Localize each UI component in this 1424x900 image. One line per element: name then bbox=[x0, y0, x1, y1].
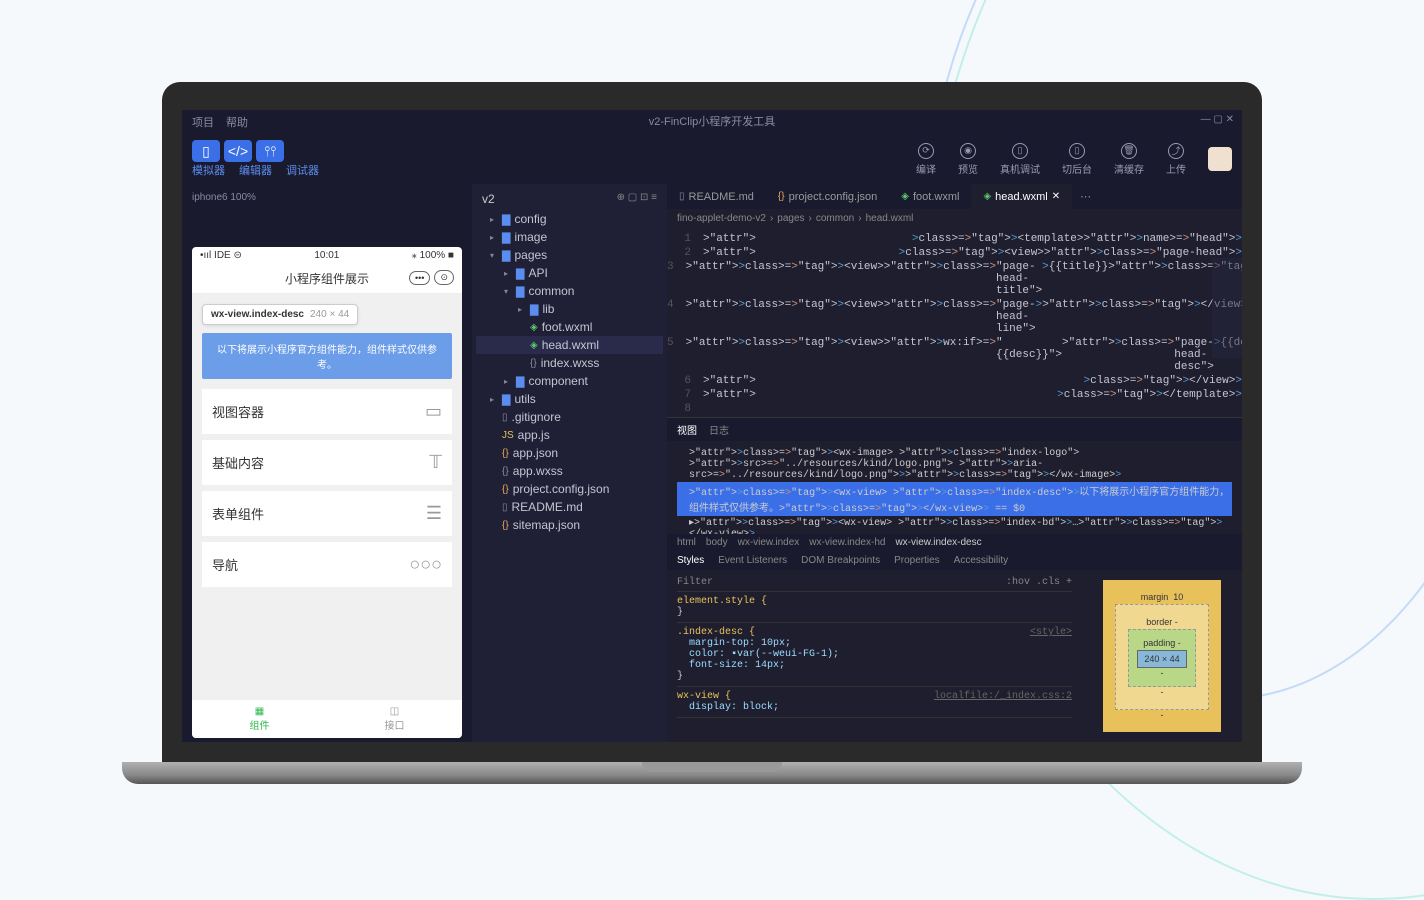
styles-tab[interactable]: Properties bbox=[894, 555, 940, 566]
tree-item[interactable]: {}sitemap.json bbox=[476, 516, 663, 534]
styles-tab[interactable]: Styles bbox=[677, 555, 704, 566]
capsule-more-icon[interactable]: ••• bbox=[409, 271, 430, 285]
tree-item[interactable]: ◈head.wxml bbox=[476, 336, 663, 354]
mode-editor-label[interactable]: 编辑器 bbox=[239, 162, 272, 178]
editor-tab[interactable]: ▯ README.md bbox=[667, 184, 766, 209]
tree-item[interactable]: ▾▇pages bbox=[476, 246, 663, 264]
devtools-tab-view[interactable]: 视图 bbox=[677, 422, 697, 437]
breadcrumb[interactable]: fino-applet-demo-v2 › pages › common › h… bbox=[667, 209, 1242, 228]
tree-item[interactable]: {}app.wxss bbox=[476, 462, 663, 480]
tree-item[interactable]: ▯.gitignore bbox=[476, 408, 663, 426]
menu-help[interactable]: 帮助 bbox=[226, 114, 248, 130]
tab-more-icon[interactable]: ⋯ bbox=[1072, 184, 1099, 209]
user-avatar[interactable] bbox=[1208, 147, 1232, 171]
editor-tab[interactable]: ◈ foot.wxml bbox=[889, 184, 971, 209]
tree-item[interactable]: ▸▇component bbox=[476, 372, 663, 390]
laptop-frame: 项目 帮助 v2-FinClip小程序开发工具 — ▢ ✕ ▯ </> ⫯⫯ 模… bbox=[162, 82, 1262, 784]
phone-statusbar: •ııl IDE ⊝ 10:01 ⁎ 100% ■ bbox=[192, 247, 462, 264]
styles-tab[interactable]: DOM Breakpoints bbox=[801, 555, 880, 566]
window-title: v2-FinClip小程序开发工具 bbox=[649, 113, 776, 129]
mode-debugger-label[interactable]: 调试器 bbox=[286, 162, 319, 178]
menu-project[interactable]: 项目 bbox=[192, 114, 214, 130]
styles-filter[interactable]: Filter bbox=[677, 577, 713, 588]
code-editor[interactable]: 1>"attr">>class>=>"tag">><template> >"at… bbox=[667, 228, 1242, 417]
list-item[interactable]: 表单组件☰ bbox=[202, 491, 452, 536]
tree-item[interactable]: {}project.config.json bbox=[476, 480, 663, 498]
tree-item[interactable]: ▸▇API bbox=[476, 264, 663, 282]
explorer-actions[interactable]: ⊕ ▢ ⊡ ≡ bbox=[617, 192, 657, 206]
styles-tab[interactable]: Accessibility bbox=[954, 555, 1008, 566]
styles-filter-actions[interactable]: :hov .cls + bbox=[1006, 577, 1072, 588]
styles-rules[interactable]: Filter :hov .cls + element.style {} <sty… bbox=[667, 570, 1082, 742]
tree-item[interactable]: {}app.json bbox=[476, 444, 663, 462]
toolbar-preview[interactable]: ◉预览 bbox=[958, 143, 978, 176]
editor-tab[interactable]: ◈ head.wxml ✕ bbox=[971, 184, 1072, 209]
devtools-panel: 视图 日志 >"attr">>class>=>"tag">><wx-image>… bbox=[667, 417, 1242, 742]
mode-debugger-icon[interactable]: ⫯⫯ bbox=[256, 140, 284, 162]
dom-breadcrumb[interactable]: htmlbodywx-view.indexwx-view.index-hdwx-… bbox=[667, 534, 1242, 551]
tree-item[interactable]: {}index.wxss bbox=[476, 354, 663, 372]
tree-item[interactable]: JSapp.js bbox=[476, 426, 663, 444]
editor-tab[interactable]: {} project.config.json bbox=[766, 184, 889, 209]
devtools-tab-log[interactable]: 日志 bbox=[709, 422, 729, 437]
capsule-close-icon[interactable]: ⊙ bbox=[434, 270, 454, 285]
toolbar-remote-debug[interactable]: ▯真机调试 bbox=[1000, 143, 1040, 176]
ide-window: 项目 帮助 v2-FinClip小程序开发工具 — ▢ ✕ ▯ </> ⫯⫯ 模… bbox=[182, 110, 1242, 742]
inspector-tooltip: wx-view.index-desc 240 × 44 bbox=[202, 304, 358, 325]
tree-item[interactable]: ▸▇image bbox=[476, 228, 663, 246]
tree-item[interactable]: ◈foot.wxml bbox=[476, 318, 663, 336]
toolbar: ▯ </> ⫯⫯ 模拟器 编辑器 调试器 ⟳编译 ◉预览 ▯真机调试 ▯切后台 … bbox=[182, 134, 1242, 184]
file-explorer: v2 ⊕ ▢ ⊡ ≡ ▸▇config▸▇image▾▇pages▸▇API▾▇… bbox=[472, 184, 667, 742]
selected-element[interactable]: 以下将展示小程序官方组件能力，组件样式仅供参考。 bbox=[202, 333, 452, 379]
phone-tab-components[interactable]: ▦组件 bbox=[192, 700, 327, 738]
phone-header: 小程序组件展示 ••• ⊙ bbox=[192, 264, 462, 294]
list-item[interactable]: 视图容器▭ bbox=[202, 389, 452, 434]
mode-simulator-label[interactable]: 模拟器 bbox=[192, 162, 225, 178]
project-root[interactable]: v2 bbox=[482, 192, 495, 206]
phone-tab-interfaces[interactable]: ◫接口 bbox=[327, 700, 462, 738]
toolbar-upload[interactable]: ⤴上传 bbox=[1166, 143, 1186, 176]
list-item[interactable]: 基础内容𝕋 bbox=[202, 440, 452, 485]
menubar: 项目 帮助 v2-FinClip小程序开发工具 — ▢ ✕ bbox=[182, 110, 1242, 134]
tree-item[interactable]: ▸▇config bbox=[476, 210, 663, 228]
simulator-panel: iphone6 100% •ııl IDE ⊝ 10:01 ⁎ 100% ■ 小… bbox=[182, 184, 472, 742]
toolbar-compile[interactable]: ⟳编译 bbox=[916, 143, 936, 176]
styles-tabs: Styles Event Listeners DOM Breakpoints Prop… bbox=[667, 551, 1242, 570]
device-status: iphone6 100% bbox=[192, 188, 462, 207]
box-model: margin 10 border - padding - 240 × 44 - … bbox=[1082, 570, 1242, 742]
mode-editor-icon[interactable]: </> bbox=[224, 140, 252, 162]
editor-tabs: ▯ README.md{} project.config.json◈ foot.… bbox=[667, 184, 1242, 209]
tree-item[interactable]: ▸▇lib bbox=[476, 300, 663, 318]
toolbar-switch-backend[interactable]: ▯切后台 bbox=[1062, 143, 1092, 176]
tree-item[interactable]: ▸▇utils bbox=[476, 390, 663, 408]
dom-tree[interactable]: >"attr">>class>=>"tag">><wx-image> >"att… bbox=[667, 441, 1242, 534]
minimap[interactable] bbox=[1212, 258, 1242, 358]
styles-tab[interactable]: Event Listeners bbox=[718, 555, 787, 566]
tree-item[interactable]: ▾▇common bbox=[476, 282, 663, 300]
editor-area: ▯ README.md{} project.config.json◈ foot.… bbox=[667, 184, 1242, 742]
list-item[interactable]: 导航○○○ bbox=[202, 542, 452, 587]
toolbar-clear-cache[interactable]: 🗑清缓存 bbox=[1114, 143, 1144, 176]
window-controls[interactable]: — ▢ ✕ bbox=[1201, 114, 1234, 125]
mode-simulator-icon[interactable]: ▯ bbox=[192, 140, 220, 162]
phone-simulator[interactable]: •ııl IDE ⊝ 10:01 ⁎ 100% ■ 小程序组件展示 ••• ⊙ … bbox=[192, 247, 462, 738]
tree-item[interactable]: ▯README.md bbox=[476, 498, 663, 516]
